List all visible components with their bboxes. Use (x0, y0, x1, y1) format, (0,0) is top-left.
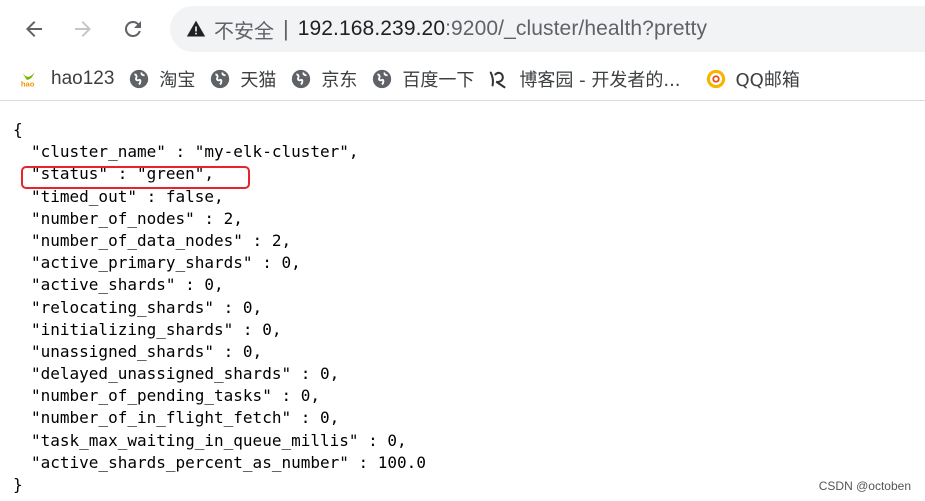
bookmark-tmall[interactable]: 天猫 (209, 63, 276, 95)
json-line-number-of-data-nodes: "number_of_data_nodes" : 2, (31, 230, 292, 250)
json-line-cluster-name: "cluster_name" : "my-elk-cluster", (31, 142, 359, 162)
url-path: :9200/_cluster/health?pretty (445, 17, 708, 40)
reload-button[interactable] (116, 12, 150, 46)
page-content: {"cluster_name" : "my-elk-cluster", "stat… (0, 101, 925, 501)
bookmark-label: 淘宝 (159, 70, 196, 91)
json-line-number-of-pending-tasks: "number_of_pending_tasks" : 0, (31, 386, 320, 406)
globe-icon (371, 68, 393, 90)
json-line-task-max-waiting: "task_max_waiting_in_queue_millis" : 0, (31, 430, 407, 450)
svg-text:hao: hao (21, 80, 35, 89)
bookmark-baidu[interactable]: 百度一下 (371, 63, 474, 95)
json-close-brace: } (13, 475, 23, 494)
qqmail-icon (705, 68, 727, 90)
bookmark-hao123[interactable]: hao hao123 (20, 63, 115, 95)
json-line-relocating-shards: "relocating_shards" : 0, (31, 297, 263, 317)
browser-toolbar: 不安全 | 192.168.239.20:9200/_cluster/healt… (0, 0, 925, 58)
bookmark-cnblogs[interactable]: 博客园 - 开发者的... (488, 63, 681, 95)
json-line-active-primary-shards: "active_primary_shards" : 0, (31, 253, 301, 273)
bookmark-label: 京东 (321, 70, 358, 91)
bookmark-taobao[interactable]: 淘宝 (128, 63, 195, 95)
bookmark-label: hao123 (51, 68, 115, 89)
bookmark-jd[interactable]: 京东 (290, 63, 357, 95)
forward-arrow-icon (75, 21, 91, 37)
json-line-unassigned-shards: "unassigned_shards" : 0, (31, 341, 263, 361)
globe-icon (290, 68, 312, 90)
json-line-initializing-shards: "initializing_shards" : 0, (31, 319, 282, 339)
back-button[interactable] (17, 12, 51, 46)
bookmark-label: QQ邮箱 (735, 70, 800, 91)
bookmark-qqmail[interactable]: QQ邮箱 (705, 63, 800, 95)
json-open-brace: { (13, 120, 23, 139)
bookmark-label: 博客园 - 开发者的... (519, 70, 681, 91)
url-host: 192.168.239.20 (297, 17, 446, 40)
url-text[interactable]: 192.168.239.20:9200/_cluster/health?pret… (298, 17, 707, 41)
bookmark-label: 百度一下 (402, 70, 475, 91)
status-highlight-box (21, 166, 250, 189)
address-bar[interactable]: 不安全 | 192.168.239.20:9200/_cluster/healt… (170, 6, 925, 52)
json-line-active-shards-percent: "active_shards_percent_as_number" : 100.… (31, 452, 426, 472)
json-line-active-shards: "active_shards" : 0, (31, 275, 224, 295)
json-line-number-of-nodes: "number_of_nodes" : 2, (31, 208, 243, 228)
bookmark-label: 天猫 (240, 70, 277, 91)
bookmarks-bar: hao hao123 淘宝 天猫 京东 百度一下 博客园 - 开发者的... Q… (0, 58, 925, 101)
watermark: CSDN @octoben (818, 479, 911, 493)
json-line-number-of-in-flight-fetch: "number_of_in_flight_fetch" : 0, (31, 408, 340, 428)
warning-triangle-icon[interactable] (186, 19, 206, 39)
forward-button[interactable] (66, 12, 100, 46)
back-arrow-icon (26, 21, 42, 37)
globe-icon (128, 68, 150, 90)
json-line-delayed-unassigned-shards: "delayed_unassigned_shards" : 0, (31, 364, 340, 384)
omnibox-separator: | (283, 16, 289, 41)
cnblogs-icon (488, 68, 510, 90)
insecure-label[interactable]: 不安全 (214, 15, 274, 44)
globe-icon (209, 68, 231, 90)
reload-icon (124, 20, 141, 37)
hao123-icon: hao (20, 68, 42, 90)
